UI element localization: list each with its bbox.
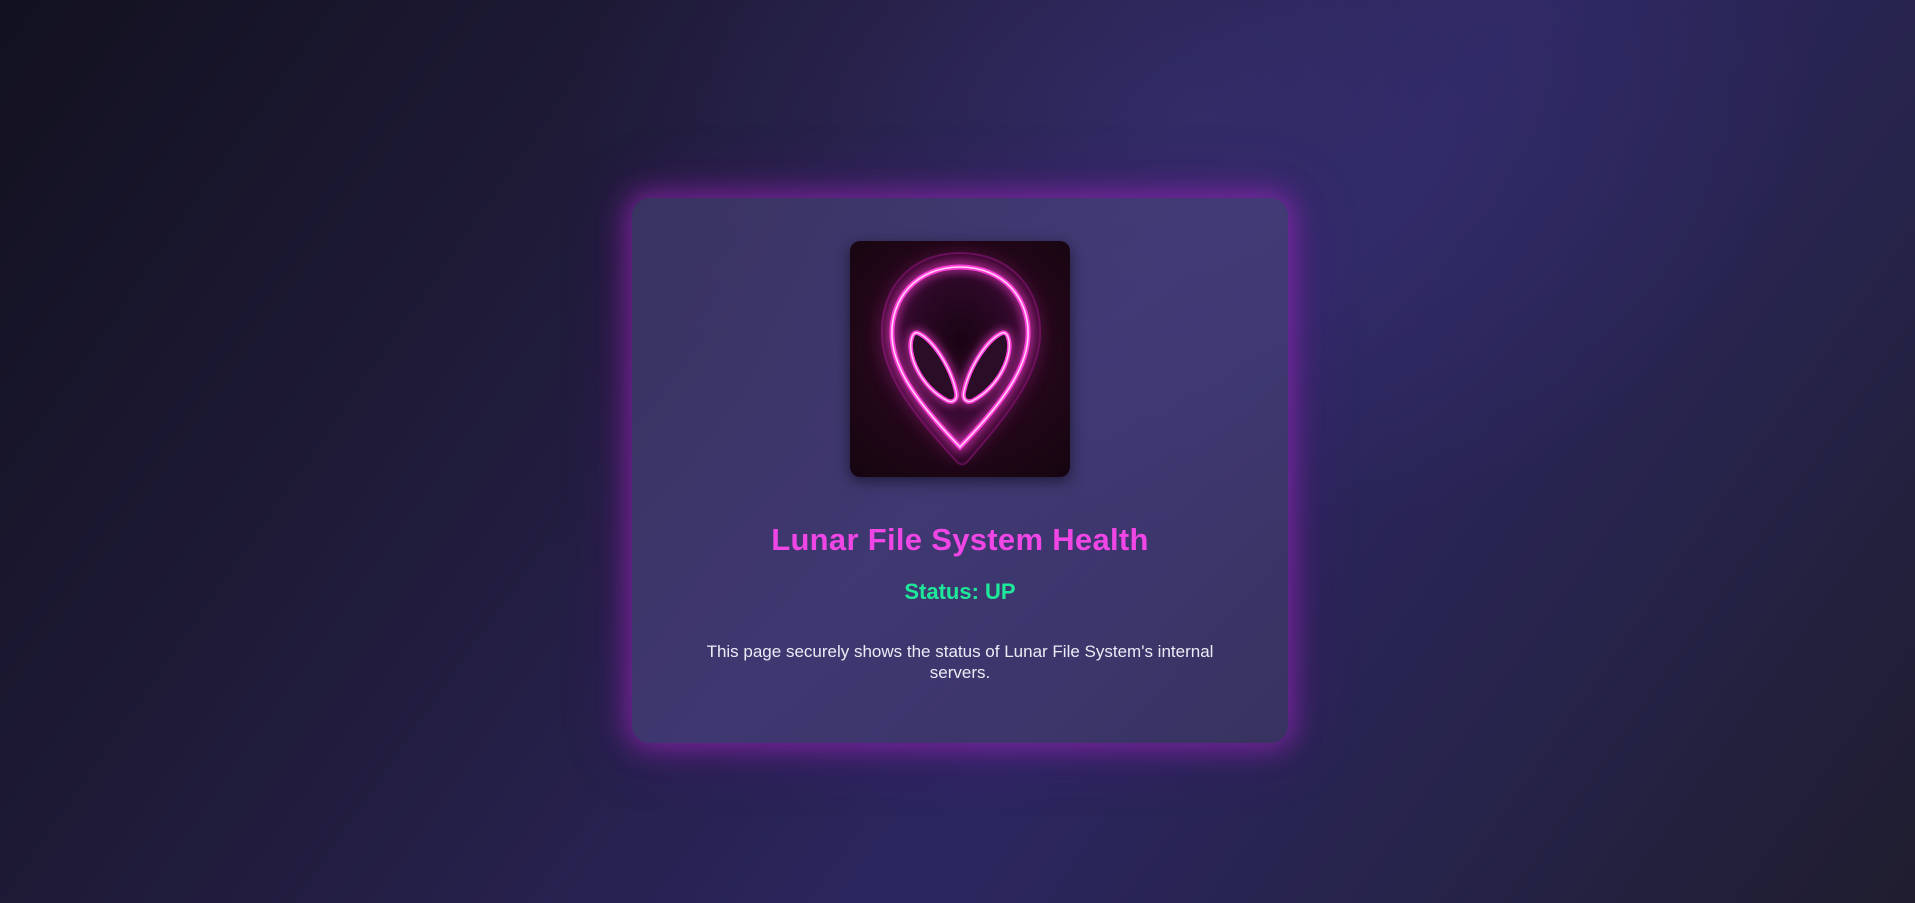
logo-image	[850, 241, 1070, 477]
page-title: Lunar File System Health	[771, 522, 1149, 557]
status-card: Lunar File System Health Status: UP This…	[632, 198, 1288, 743]
page-description: This page securely shows the status of L…	[706, 642, 1214, 682]
status-badge: Status: UP	[904, 579, 1016, 604]
neon-alien-head-icon	[880, 251, 1042, 466]
